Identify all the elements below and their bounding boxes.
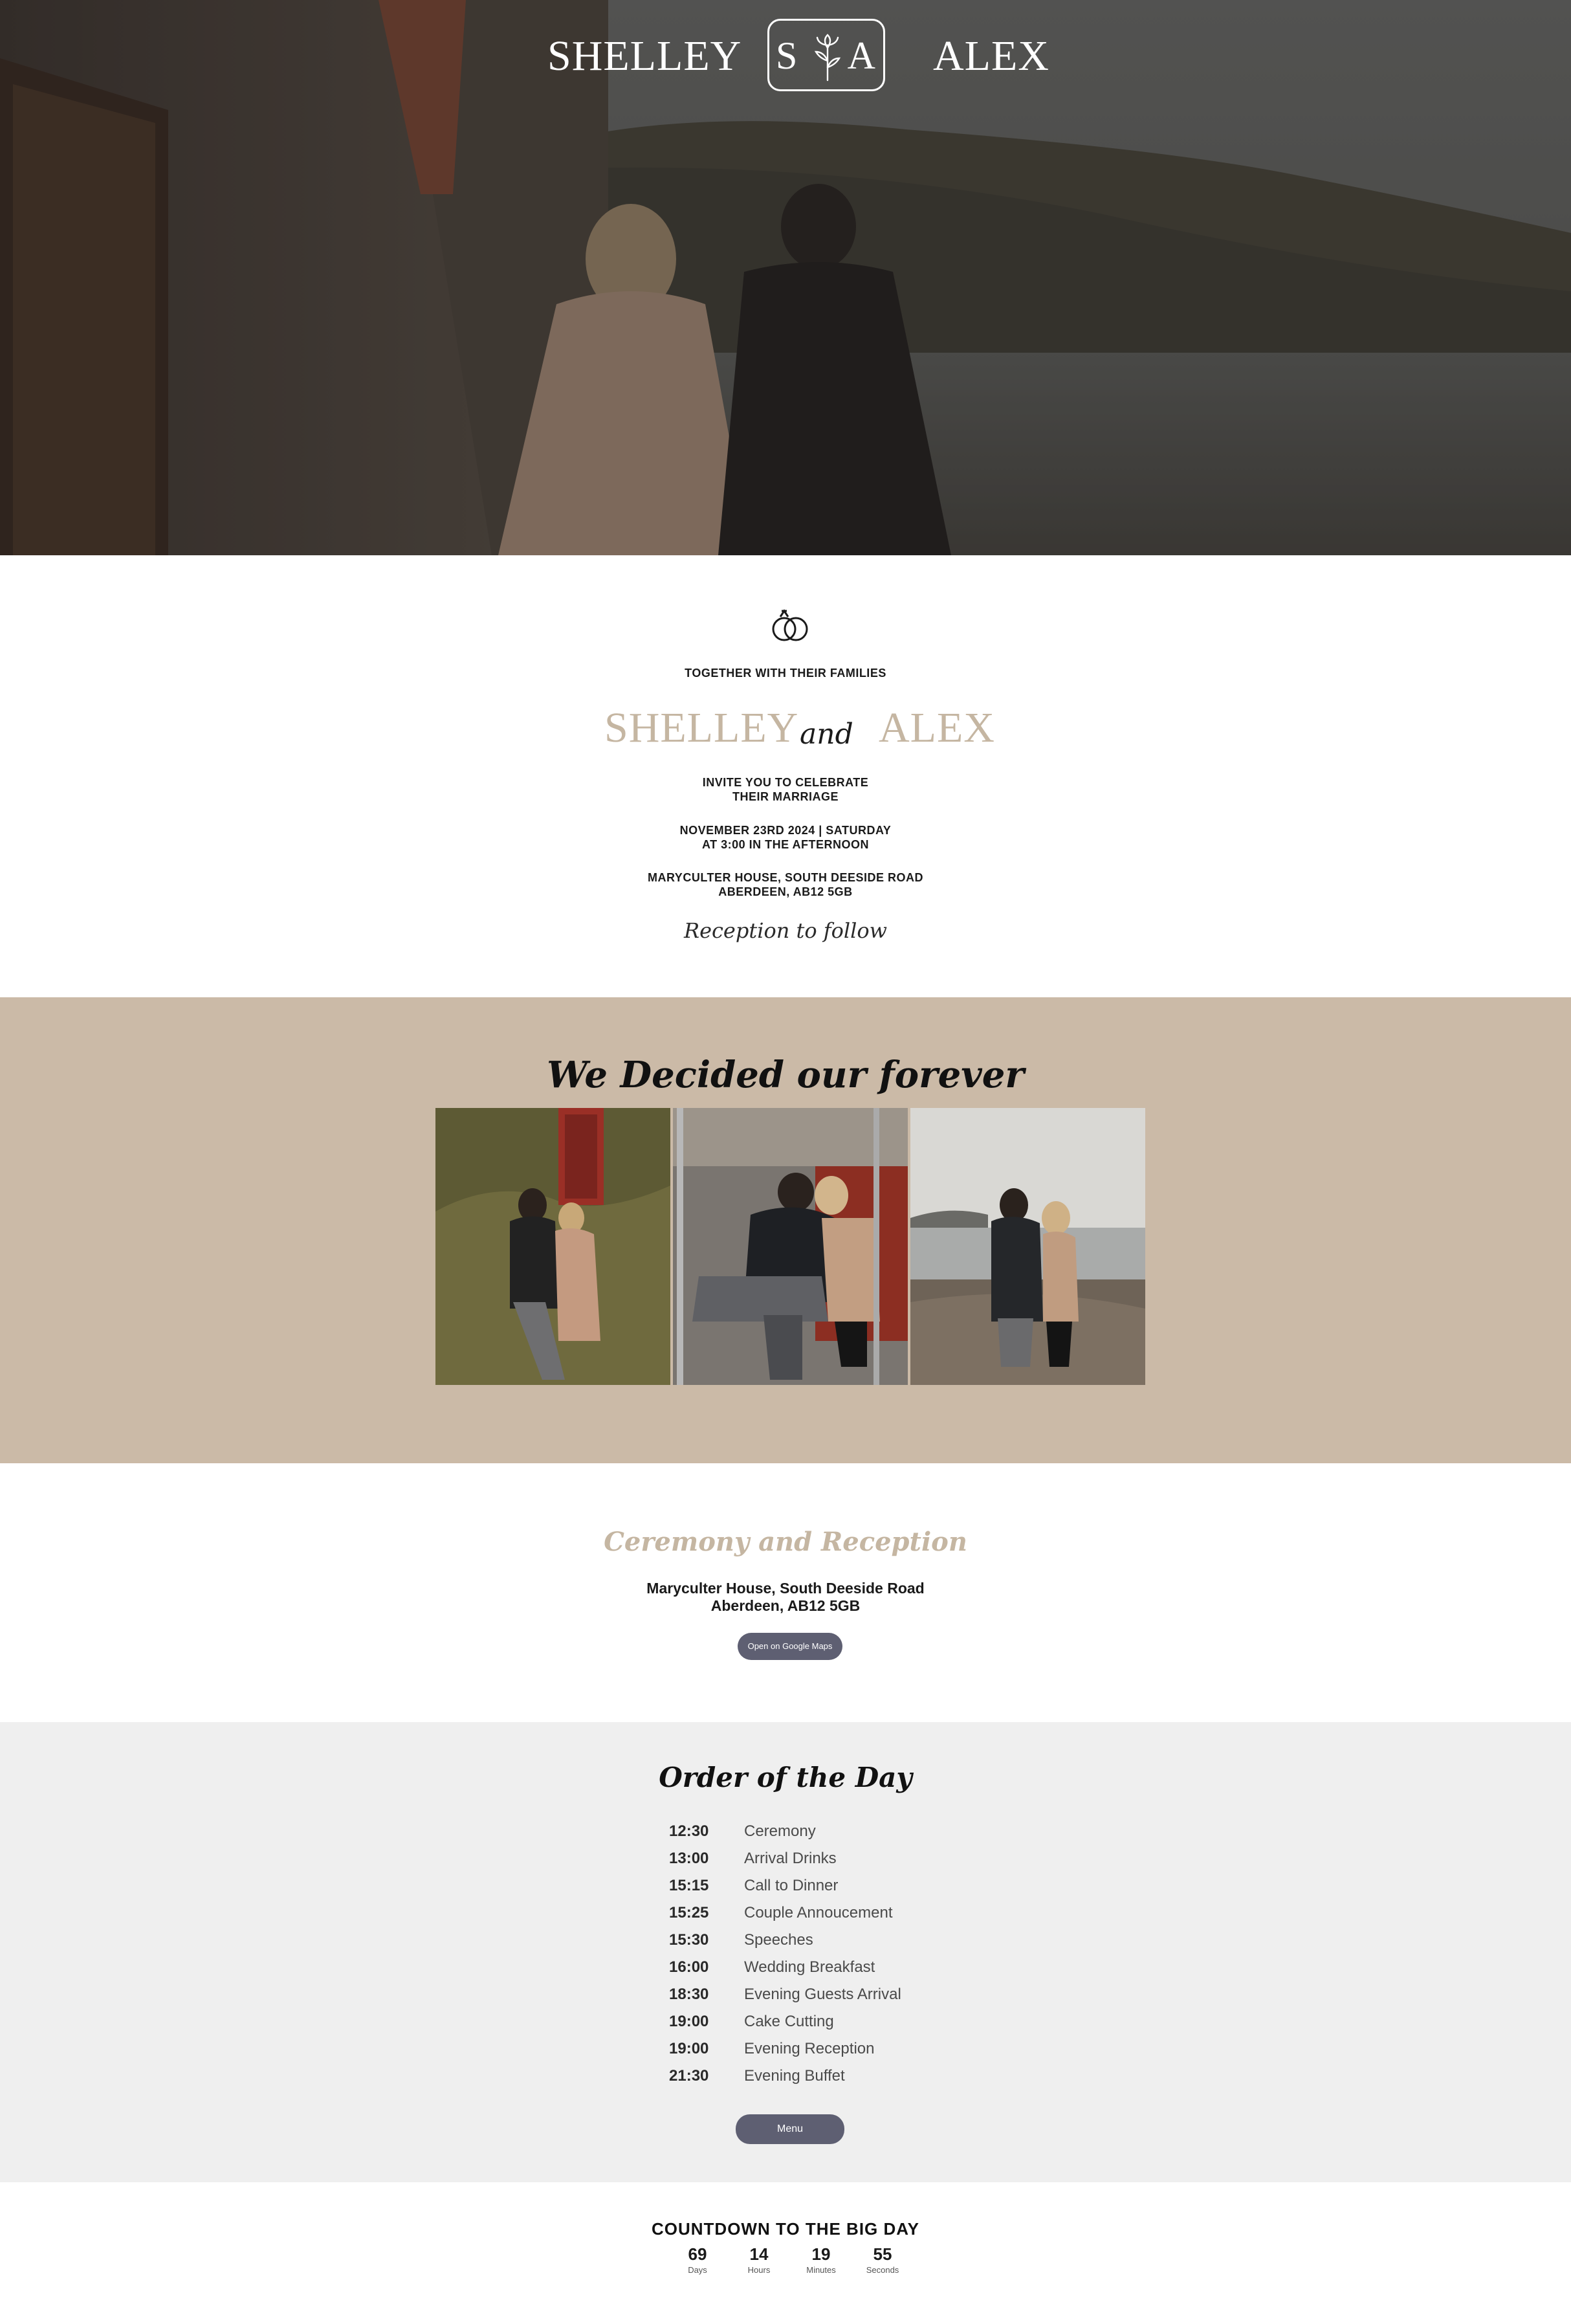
schedule-event: Ceremony: [744, 1822, 816, 1840]
invite-line-2: THEIR MARRIAGE: [732, 790, 839, 803]
open-google-maps-button[interactable]: Open on Google Maps: [738, 1633, 842, 1660]
hero-name-left: SHELLEY: [547, 32, 742, 80]
gallery-title: We Decided our forever: [547, 1054, 1024, 1096]
countdown-value: 19: [811, 2244, 831, 2264]
monogram-left-initial: S: [776, 34, 798, 77]
invite-intro: TOGETHER WITH THEIR FAMILIES: [685, 667, 886, 680]
schedule-time: 12:30: [669, 1822, 709, 1840]
schedule-event: Couple Annoucement: [744, 1904, 893, 1921]
schedule-time: 18:30: [669, 1986, 709, 2003]
schedule-time: 13:00: [669, 1850, 709, 1867]
gallery-photo-1-image: [435, 1108, 670, 1385]
schedule-event: Speeches: [744, 1931, 813, 1949]
invite-couple-names: SHELLEY and ALEX: [0, 699, 1571, 757]
venue-address-line-2: Aberdeen, AB12 5GB: [710, 1597, 861, 1614]
countdown-title: COUNTDOWN TO THE BIG DAY: [651, 2219, 919, 2239]
invite-reception-note: Reception to follow: [683, 918, 888, 943]
schedule-event: Cake Cutting: [744, 2013, 834, 2030]
gallery-section: We Decided our forever: [0, 997, 1571, 1463]
invite-connector: and: [800, 718, 853, 751]
schedule-time: 15:25: [669, 1904, 709, 1921]
countdown-value: 69: [688, 2244, 707, 2264]
gallery-photo-3-image: [910, 1108, 1145, 1385]
invite-venue-line-2: ABERDEEN, AB12 5GB: [718, 885, 853, 898]
schedule-event: Wedding Breakfast: [744, 1958, 875, 1976]
monogram-badge: S A: [767, 19, 885, 91]
hero-name-right: ALEX: [933, 32, 1049, 80]
order-of-day-section: Order of the Day 12:30 Ceremony 13:00 Ar…: [0, 1722, 1571, 2182]
menu-button[interactable]: Menu: [736, 2114, 844, 2144]
schedule-time: 19:00: [669, 2013, 709, 2030]
invite-line-1: INVITE YOU TO CELEBRATE: [702, 776, 869, 789]
countdown-value: 14: [749, 2244, 769, 2264]
gallery-photo-2-image: [673, 1108, 908, 1385]
schedule-time: 15:30: [669, 1931, 709, 1949]
flower-icon: [814, 34, 841, 82]
hero-banner: SHELLEY S A ALEX: [0, 0, 1571, 555]
schedule-event: Evening Buffet: [744, 2067, 845, 2085]
schedule-event: Evening Guests Arrival: [744, 1986, 901, 2003]
gallery-photo-2[interactable]: [673, 1108, 908, 1385]
invite-name-left: SHELLEY: [604, 704, 799, 751]
invite-date-line-1: NOVEMBER 23RD 2024 | SATURDAY: [679, 824, 892, 837]
schedule-event: Arrival Drinks: [744, 1850, 837, 1867]
countdown-label: Seconds: [866, 2265, 899, 2275]
gallery-photo-1[interactable]: [435, 1108, 670, 1385]
schedule-time: 15:15: [669, 1877, 709, 1894]
invite-date-line-2: AT 3:00 IN THE AFTERNOON: [701, 838, 869, 851]
venue-title: Ceremony and Reception: [604, 1527, 967, 1557]
invite-name-right: ALEX: [879, 704, 995, 751]
schedule-event: Evening Reception: [744, 2040, 875, 2057]
countdown-label: Days: [688, 2265, 707, 2275]
schedule-event: Call to Dinner: [744, 1877, 839, 1894]
schedule-time: 16:00: [669, 1958, 709, 1976]
venue-address-line-1: Maryculter House, South Deeside Road: [646, 1580, 925, 1597]
countdown-value: 55: [873, 2244, 892, 2264]
countdown-label: Hours: [747, 2265, 771, 2275]
schedule-time: 21:30: [669, 2067, 709, 2085]
invite-venue-line-1: MARYCULTER HOUSE, SOUTH DEESIDE ROAD: [647, 871, 924, 884]
gallery-photo-3[interactable]: [910, 1108, 1145, 1385]
order-title: Order of the Day: [659, 1762, 912, 1793]
countdown-label: Minutes: [806, 2265, 836, 2275]
wedding-rings-icon: [772, 609, 808, 641]
monogram-right-initial: A: [847, 34, 875, 77]
schedule-time: 19:00: [669, 2040, 709, 2057]
